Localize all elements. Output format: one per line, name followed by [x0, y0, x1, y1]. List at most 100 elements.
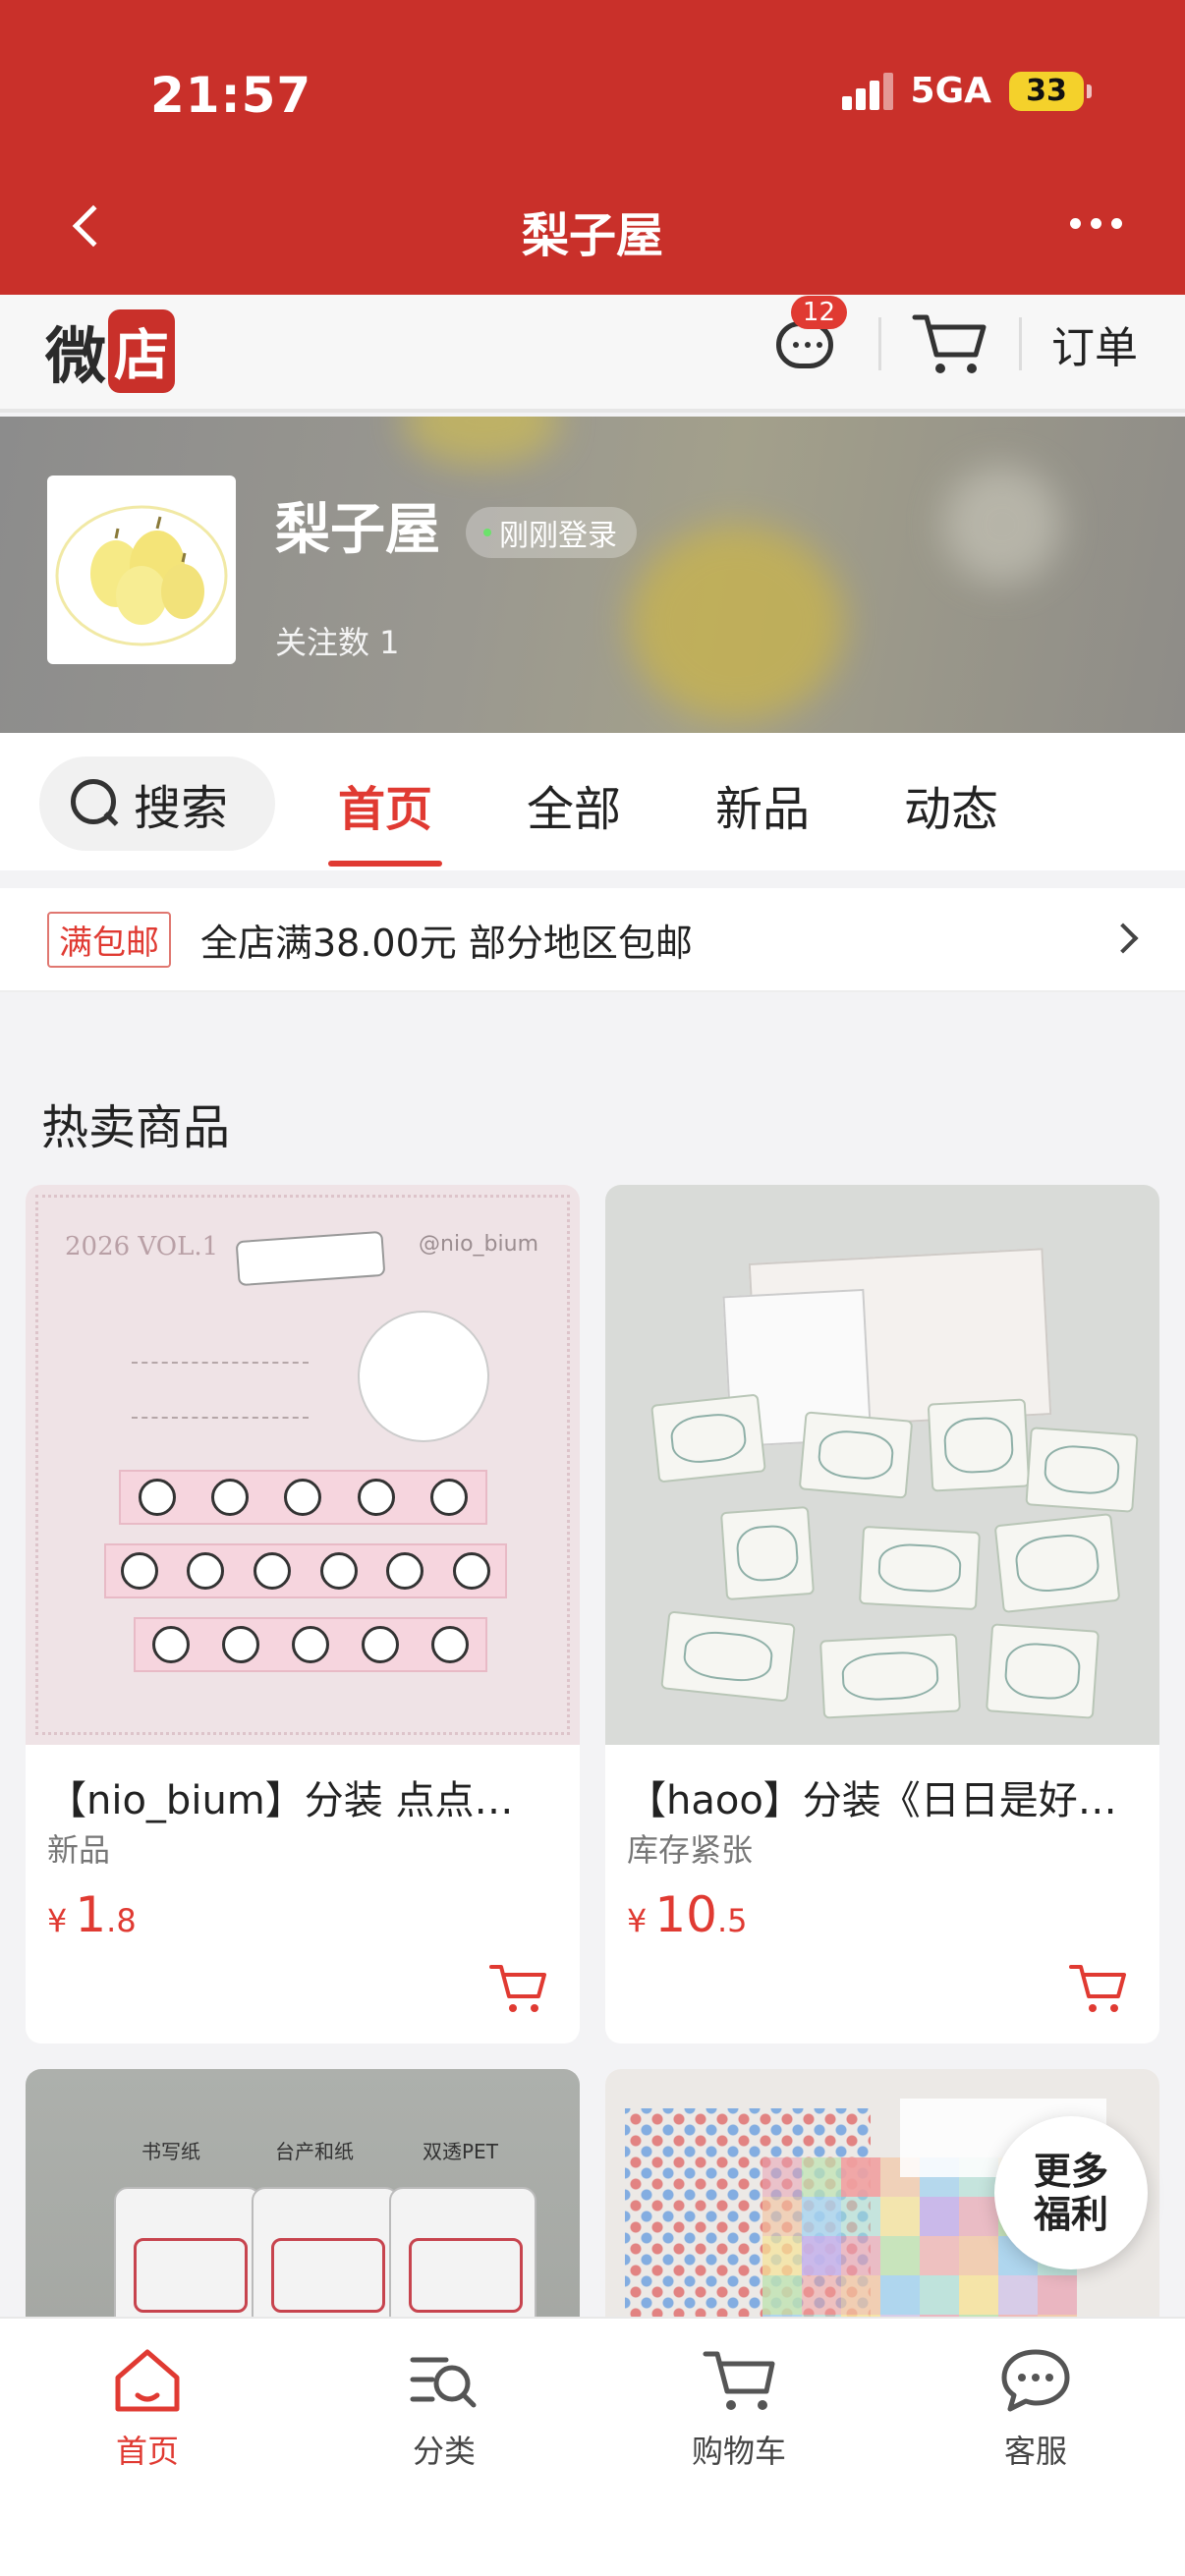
tab-home[interactable]: 首页: [338, 770, 432, 839]
color-swatch: [1038, 2275, 1077, 2315]
tab-all[interactable]: 全部: [527, 770, 621, 839]
bottom-tab-category[interactable]: 分类: [356, 2346, 533, 2472]
message-count-badge: 12: [790, 296, 847, 329]
follower-count: 关注数 1: [275, 624, 400, 661]
free-shipping-banner[interactable]: 满包邮 全店满38.00元 部分地区包邮: [0, 888, 1185, 992]
bottom-tab-home[interactable]: 首页: [59, 2346, 236, 2472]
image-caption: 台产和纸: [275, 2140, 354, 2163]
fab-line-2: 福利: [1033, 2193, 1108, 2236]
top-bar: 21:57 5GA 33 梨子屋: [0, 0, 1185, 295]
promo-text: 全店满38.00元 部分地区包邮: [200, 921, 693, 965]
color-swatch: [920, 2236, 959, 2275]
image-caption: 书写纸: [141, 2140, 200, 2163]
color-swatch: [762, 2157, 802, 2197]
home-icon: [115, 2349, 180, 2412]
color-swatch: [762, 2275, 802, 2315]
active-tab-indicator: [328, 861, 442, 867]
chevron-right-icon: [1107, 923, 1139, 954]
promo-tag: 满包邮: [47, 911, 171, 968]
more-menu-button[interactable]: [1070, 218, 1122, 229]
cart-button[interactable]: [911, 309, 989, 378]
product-tag: 新品: [47, 1831, 111, 1869]
image-header-text: 2026 VOL.1: [65, 1232, 219, 1261]
price-integer: 1: [75, 1886, 107, 1943]
fab-line-1: 更多: [1033, 2150, 1108, 2193]
product-title[interactable]: 【nio_bium】分装 点点…: [47, 1768, 558, 1825]
color-swatch: [880, 2236, 920, 2275]
color-swatch: [920, 2197, 959, 2236]
product-card[interactable]: 【haoo】分装《日日是好… 库存紧张 ¥10.5: [605, 1185, 1159, 2044]
color-swatch: [802, 2157, 841, 2197]
color-swatch: [959, 2236, 998, 2275]
product-image[interactable]: [605, 1185, 1159, 1745]
login-status-text: 刚刚登录: [499, 519, 617, 553]
search-button[interactable]: 搜索: [39, 756, 275, 851]
currency-symbol: ¥: [47, 1902, 68, 1939]
more-benefits-button[interactable]: 更多 福利: [994, 2116, 1148, 2269]
shop-tools: 12 订单: [770, 295, 1138, 393]
orders-link[interactable]: 订单: [1051, 312, 1138, 375]
category-search-icon: [410, 2357, 477, 2408]
search-label: 搜索: [134, 781, 229, 836]
pear-illustration: [55, 505, 228, 646]
shop-banner: 梨子屋 刚刚登录 关注数 1: [0, 417, 1185, 733]
price-decimal: .5: [716, 1902, 748, 1939]
weidian-logo[interactable]: 微 店: [45, 307, 176, 395]
login-status-badge: 刚刚登录: [466, 507, 637, 558]
battery-icon: 33: [1009, 71, 1092, 111]
color-swatch: [762, 2197, 802, 2236]
logo-char-dian: 店: [108, 308, 176, 393]
page-title: 梨子屋: [521, 208, 663, 263]
add-to-cart-button[interactable]: [1069, 1961, 1128, 2016]
product-title[interactable]: 【haoo】分装《日日是好…: [627, 1768, 1138, 1825]
product-card[interactable]: 2026 VOL.1 @nio_bium 【nio_bium】分装 点点… 新品…: [26, 1185, 580, 2044]
bottom-tab-label: 首页: [115, 2433, 179, 2470]
tab-updates[interactable]: 动态: [904, 770, 998, 839]
color-swatch: [841, 2157, 880, 2197]
search-icon: [71, 779, 120, 828]
section-title: 热卖商品: [41, 1100, 231, 1155]
product-tag: 库存紧张: [627, 1831, 754, 1869]
chat-icon: [1001, 2349, 1070, 2412]
bottom-tab-service[interactable]: 客服: [947, 2346, 1124, 2472]
divider: [1019, 317, 1022, 370]
cart-icon: [703, 2351, 775, 2410]
image-caption: 双透PET: [423, 2140, 498, 2163]
product-price: ¥10.5: [627, 1886, 748, 1943]
logo-char-wei: 微: [45, 320, 107, 392]
battery-level: 33: [1009, 71, 1084, 111]
shop-avatar[interactable]: [47, 476, 236, 664]
color-swatch: [802, 2275, 841, 2315]
tab-new[interactable]: 新品: [715, 770, 810, 839]
cart-icon: [1069, 1965, 1126, 2012]
color-swatch: [802, 2236, 841, 2275]
bottom-tab-label: 分类: [412, 2433, 476, 2470]
add-to-cart-button[interactable]: [489, 1961, 548, 2016]
color-swatch: [959, 2275, 998, 2315]
status-time: 21:57: [150, 67, 312, 124]
status-indicators: 5GA 33: [841, 71, 1092, 111]
shop-name: 梨子屋: [275, 498, 440, 562]
cart-icon: [489, 1965, 546, 2012]
price-integer: 10: [654, 1886, 717, 1943]
messages-button[interactable]: 12: [770, 296, 847, 378]
bottom-tab-label: 购物车: [691, 2433, 786, 2470]
price-decimal: .8: [106, 1902, 137, 1939]
product-image[interactable]: 2026 VOL.1 @nio_bium: [26, 1185, 580, 1745]
bottom-tab-bar: 首页 分类 购物车 客服: [0, 2317, 1185, 2576]
color-swatch: [920, 2275, 959, 2315]
page: 21:57 5GA 33 梨子屋 微 店 12 订单 梨子屋 刚刚登录 关注数 …: [0, 0, 1185, 2576]
bottom-tab-cart[interactable]: 购物车: [650, 2346, 827, 2472]
currency-symbol: ¥: [627, 1902, 648, 1939]
color-swatch: [880, 2197, 920, 2236]
color-swatch: [841, 2275, 880, 2315]
cart-icon: [912, 314, 987, 373]
color-swatch: [802, 2197, 841, 2236]
divider: [878, 317, 881, 370]
color-swatch: [841, 2236, 880, 2275]
color-swatch: [880, 2275, 920, 2315]
image-handle-text: @nio_bium: [419, 1232, 538, 1257]
online-dot-icon: [483, 529, 491, 536]
color-swatch: [959, 2197, 998, 2236]
signal-icon: [841, 72, 893, 110]
